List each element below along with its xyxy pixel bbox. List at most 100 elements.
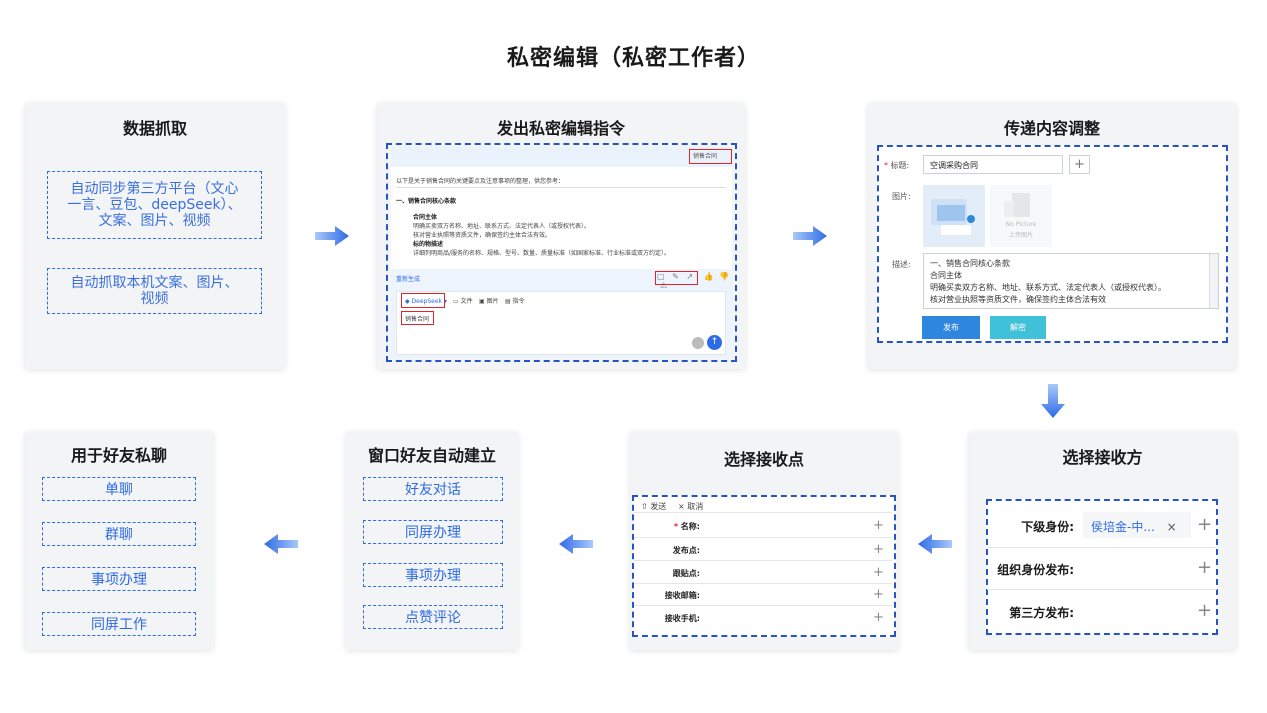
row-label: 跟贴点: — [672, 569, 700, 578]
card-auto-friend: 窗口好友自动建立 好友对话 同屏办理 事项办理 点赞评论 — [346, 432, 518, 650]
page-title: 私密编辑（私密工作者） — [506, 46, 760, 71]
add-icon[interactable]: + — [873, 542, 884, 557]
arrow-left-icon — [559, 534, 593, 554]
doc-section: 一、销售合同核心条款 — [396, 198, 457, 205]
add-icon[interactable]: + — [1197, 600, 1212, 621]
file-button[interactable]: ▭ 文件 — [453, 297, 473, 306]
image-button[interactable]: ▣ 图片 — [479, 297, 499, 306]
doc-line: 明确买卖双方名称、地址、联系方式、法定代表人（或授权代表）。 — [413, 223, 591, 230]
item-same-screen[interactable]: 同屏办理 — [363, 520, 503, 544]
picture-icon — [931, 199, 975, 235]
desc-line: 一、销售合同核心条款 — [930, 259, 1010, 268]
sync-third-party-text: 自动同步第三方平台（文心 一言、豆包、deepSeek）、 文案、图片、视频 — [48, 172, 261, 238]
line-2: 视频 — [140, 291, 169, 307]
thumb-up-icon[interactable]: 👍 — [704, 272, 714, 281]
divider — [634, 583, 892, 584]
desc-line: 明确买卖双方名称、地址、联系方式、法定代表人（或授权代表）。 — [930, 283, 1166, 292]
desc-textarea[interactable]: 一、销售合同核心条款 合同主体 明确买卖双方名称、地址、联系方式、法定代表人（或… — [923, 253, 1219, 309]
upload-text: 上传图片 — [1008, 232, 1033, 239]
decrypt-button[interactable]: 解密 — [990, 316, 1046, 339]
arrow-right-icon — [315, 226, 349, 246]
arrow-left-icon — [918, 534, 952, 554]
card-select-receiver: 选择接收方 下级身份: 侯培金-中... × + 组织身份发布: + 第三方发布… — [969, 432, 1236, 650]
command-icon: ▤ — [505, 298, 511, 305]
line-2: 一言、豆包、deepSeek）、 — [67, 197, 242, 213]
chat-header — [391, 147, 732, 167]
arrow-right-icon — [793, 226, 827, 246]
local-capture-box: 自动抓取本机文案、图片、 视频 — [47, 268, 262, 314]
card-select-point: 选择接收点 ⇧ 发送 × 取消 * 名称: + 发布点: + 跟贴点: + 接收… — [630, 432, 898, 650]
ai-chat-document: 销售合同 以下是关于销售合同的关键要点及注意事项的整理，供您参考： 一、销售合同… — [391, 147, 732, 358]
add-icon[interactable]: + — [873, 565, 884, 580]
image-thumbnail[interactable] — [923, 185, 985, 247]
divider — [634, 560, 892, 561]
item-single-chat[interactable]: 单聊 — [42, 477, 196, 501]
desc-line: 核对营业执照等资质文件，确保签约主体合法有效 — [930, 295, 1106, 304]
card-edit-command: 发出私密编辑指令 销售合同 以下是关于销售合同的关键要点及注意事项的整理，供您参… — [377, 103, 745, 369]
doc-line: 标的物描述 — [413, 241, 444, 248]
doc-intro: 以下是关于销售合同的关键要点及注意事项的整理，供您参考： — [396, 178, 565, 185]
line-1: 自动同步第三方平台（文心 — [70, 181, 239, 197]
send-icon[interactable]: ↑ — [707, 335, 722, 350]
cancel-button[interactable]: × 取消 — [678, 501, 703, 512]
card-title: 数据抓取 — [122, 119, 187, 138]
command-button[interactable]: ▤ 指令 — [505, 297, 525, 306]
thumb-down-icon[interactable]: 👎 — [719, 272, 729, 281]
row-label: * 名称: — [673, 522, 700, 531]
local-capture-text: 自动抓取本机文案、图片、 视频 — [48, 269, 261, 313]
add-icon[interactable]: + — [873, 518, 884, 533]
sync-third-party-box: 自动同步第三方平台（文心 一言、豆包、deepSeek）、 文案、图片、视频 — [47, 171, 262, 239]
publish-button[interactable]: 发布 — [922, 316, 980, 339]
divider — [634, 537, 892, 538]
image-label: 图片: — [892, 192, 911, 201]
add-title-button[interactable]: + — [1069, 155, 1090, 174]
divider — [987, 547, 1217, 548]
title-label-text: 标题: — [890, 161, 910, 170]
card-title: 窗口好友自动建立 — [367, 446, 496, 465]
receiver-tag[interactable]: 侯培金-中... × — [1083, 512, 1191, 538]
row-label: 第三方发布: — [1009, 606, 1074, 620]
cancel-label: 取消 — [687, 502, 704, 511]
divider — [396, 187, 726, 188]
row-label-text: 名称: — [680, 522, 700, 531]
add-icon[interactable]: + — [1197, 557, 1212, 578]
highlight-box — [655, 271, 698, 285]
title-label: * 标题: — [884, 161, 910, 170]
divider — [634, 605, 892, 606]
card-content-adjust: 传递内容调整 * 标题: 空调采购合同 + 图片: No Picture 上传图… — [868, 103, 1236, 369]
upload-image-placeholder[interactable]: No Picture 上传图片 — [990, 185, 1052, 247]
highlight-box — [401, 293, 445, 308]
highlight-box — [401, 311, 434, 325]
add-icon[interactable]: + — [1197, 514, 1212, 535]
share-icon: ⇧ — [641, 502, 648, 511]
item-like-comment[interactable]: 点赞评论 — [363, 605, 503, 629]
add-icon[interactable]: + — [873, 587, 884, 602]
command-label: 指令 — [512, 298, 525, 305]
image-label: 图片 — [486, 298, 499, 305]
send-label: 发送 — [650, 502, 667, 511]
doc-line: 详细列明商品/服务的名称、规格、型号、数量、质量标准（如国家标准、行业标准或双方… — [413, 250, 671, 257]
item-task-handling[interactable]: 事项办理 — [42, 567, 196, 591]
title-input[interactable]: 空调采购合同 — [923, 155, 1063, 174]
row-label: 接收邮箱: — [664, 591, 700, 600]
divider — [634, 512, 892, 513]
line-3: 文案、图片、视频 — [98, 213, 211, 229]
item-same-screen-work[interactable]: 同屏工作 — [42, 612, 196, 636]
card-title: 用于好友私聊 — [70, 446, 167, 465]
regenerate-link[interactable]: 重新生成 — [396, 275, 420, 284]
desc-scrollbar[interactable] — [1209, 254, 1218, 308]
close-icon[interactable]: × — [1167, 520, 1177, 534]
item-friend-chat[interactable]: 好友对话 — [363, 477, 503, 501]
row-label: 发布点: — [672, 546, 700, 555]
send-button[interactable]: ⇧ 发送 — [641, 501, 666, 512]
item-task-handling[interactable]: 事项办理 — [363, 563, 503, 587]
building-icon — [1004, 193, 1030, 217]
highlight-box — [689, 149, 732, 164]
add-icon[interactable]: + — [873, 610, 884, 625]
item-group-chat[interactable]: 群聊 — [42, 522, 196, 546]
doc-line: 合同主体 — [413, 214, 438, 221]
folder-icon: ▭ — [453, 298, 459, 305]
row-label: 组织身份发布: — [997, 563, 1074, 577]
card-title: 选择接收点 — [723, 450, 804, 469]
card-title: 发出私密编辑指令 — [496, 119, 625, 138]
